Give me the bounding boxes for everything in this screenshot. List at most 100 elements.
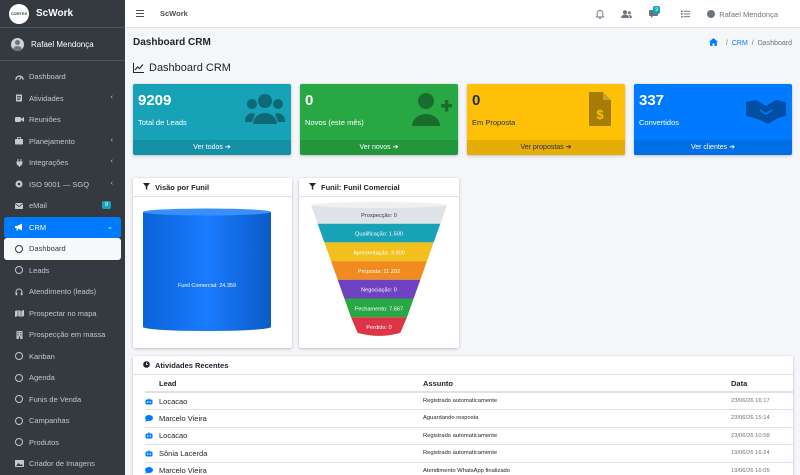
stat-value: 9209 — [138, 92, 172, 109]
sidebar-item-integracoes[interactable]: Integrações ‹ — [4, 152, 121, 174]
filter-icon — [143, 182, 150, 192]
stat-link-text: Ver todos — [193, 144, 223, 151]
cylinder-body — [143, 212, 271, 331]
lead-cell: Marcelo Vieira — [145, 466, 423, 475]
lead-name[interactable]: Marcelo Vieira — [159, 466, 207, 475]
stat-box-footer-link[interactable]: Ver novos ➔ — [300, 140, 458, 155]
menu-toggle-icon[interactable] — [136, 10, 144, 17]
main-content: Dashboard CRM / CRM / Dashboard Dashboar… — [125, 28, 800, 475]
sidebar-item-label: Leads — [29, 265, 50, 275]
funnel-stage-label: Qualificação: 1.500 — [355, 232, 403, 238]
table-row[interactable]: Marcelo Vieira Aguardando resposta 23/06/2… — [145, 409, 793, 428]
sidebar-item-criador-imagens[interactable]: Criador de Imagens — [4, 453, 121, 475]
sidebar-item-leads[interactable]: Leads — [4, 260, 121, 282]
sidebar-item-label: CRM — [29, 222, 47, 232]
sidebar-item-produtos[interactable]: Produtos — [4, 432, 121, 454]
sidebar-item-crm-dashboard[interactable]: Dashboard — [4, 238, 121, 260]
map-icon — [13, 309, 25, 317]
stat-label: Novos (este mês) — [305, 118, 364, 127]
sidebar-item-planejamento[interactable]: Planejamento ‹ — [4, 131, 121, 153]
lead-name[interactable]: Sônia Lacerda — [159, 449, 207, 458]
sidebar-item-prospectar-mapa[interactable]: Prospectar no mapa — [4, 303, 121, 325]
table-row[interactable]: Locacao Registrado automaticamente 23/06/2… — [145, 392, 793, 410]
sidebar-item-iso[interactable]: ISO 9001 — SGQ ‹ — [4, 174, 121, 196]
sidebar-item-crm[interactable]: CRM ⌄ — [4, 216, 121, 238]
sidebar-item-label: Kanban — [29, 351, 55, 361]
activity-date: 23/06/26 15:14 — [731, 409, 793, 428]
card-title: Visão por Funil — [155, 182, 210, 192]
sidebar-item-label: Reuniões — [29, 115, 61, 125]
sidebar-item-label: Atividades — [29, 93, 64, 103]
robot-icon — [145, 449, 153, 457]
top-navbar-right: 9 Rafael Mendonça — [596, 0, 800, 28]
user-menu[interactable]: Rafael Mendonça — [707, 10, 778, 19]
lead-name[interactable]: Locacao — [159, 397, 187, 406]
sidebar-item-reunioes[interactable]: Reuniões — [4, 109, 121, 131]
home-icon[interactable] — [708, 38, 718, 48]
table-row[interactable]: Locacao Registrado automaticamente 23/06/2… — [145, 427, 793, 445]
activity-subject: Registrado automaticamente — [423, 427, 731, 445]
sidebar-item-funis[interactable]: Funis de Venda — [4, 389, 121, 411]
user-plus-icon — [412, 93, 452, 126]
chat-icon[interactable]: 9 — [649, 6, 660, 18]
section-title: Dashboard CRM — [133, 62, 231, 74]
bell-icon[interactable] — [596, 9, 605, 19]
stat-link-text: Ver propostas — [520, 144, 564, 151]
stat-box-footer-link[interactable]: Ver propostas ➔ — [467, 140, 625, 155]
chevron-left-icon: ‹ — [110, 93, 113, 101]
activity-subject: Registrado automaticamente — [423, 392, 731, 410]
comment-icon — [145, 467, 153, 475]
sidebar-item-prospeccao-massa[interactable]: Prospecção em massa — [4, 324, 121, 346]
bullhorn-icon — [13, 223, 25, 231]
stat-box-total-leads: 9209 Total de Leads Ver todos ➔ — [133, 84, 291, 155]
stat-value: 0 — [305, 92, 314, 109]
stat-box-footer-link[interactable]: Ver todos ➔ — [133, 140, 291, 155]
funnel-stage-label: Prospecção: 0 — [361, 213, 397, 219]
stat-label: Total de Leads — [138, 118, 187, 127]
sidebar-item-label: Dashboard — [29, 244, 66, 254]
page-title: Dashboard CRM — [133, 37, 211, 48]
column-header-date: Data — [731, 375, 793, 393]
sidebar-item-kanban[interactable]: Kanban — [4, 346, 121, 368]
funnel-stage-label: Apresentação: 3.900 — [353, 250, 405, 256]
email-count-badge: 9 — [101, 201, 111, 209]
stat-box-footer-link[interactable]: Ver clientes ➔ — [634, 140, 792, 155]
table-row[interactable]: Marcelo Vieira Atendimento WhatsApp final… — [145, 462, 793, 475]
sidebar-item-label: Prospecção em massa — [29, 330, 106, 340]
sidebar-item-label: Campanhas — [29, 416, 70, 426]
users-icon — [245, 94, 285, 124]
stat-value: 337 — [639, 92, 665, 109]
sidebar-item-email[interactable]: eMail 9 — [4, 195, 121, 217]
activity-subject: Registrado automaticamente — [423, 444, 731, 463]
tasks-list-icon[interactable] — [681, 10, 691, 18]
arrow-circle-right-icon: ➔ — [565, 144, 572, 151]
breadcrumb-crm-link[interactable]: CRM — [732, 40, 748, 47]
sidebar-item-label: Agenda — [29, 373, 55, 383]
activities-table: Lead Assunto Data Locacao Registrado auto… — [145, 375, 793, 475]
arrow-circle-right-icon: ➔ — [729, 144, 735, 151]
handshake-icon — [746, 100, 786, 124]
sidebar-item-dashboard[interactable]: Dashboard — [4, 66, 121, 88]
certificate-icon — [13, 180, 25, 188]
column-header-lead: Lead — [145, 375, 423, 393]
sidebar-item-atividades[interactable]: Atividades ‹ — [4, 88, 121, 110]
funnel-chart-card: Funil: Funil Comercial Prospecção: 0 Qual… — [299, 178, 459, 348]
activity-date: 23/06/26 10:58 — [731, 427, 793, 445]
arrow-circle-right-icon: ➔ — [224, 144, 231, 151]
robot-icon — [145, 432, 153, 439]
activity-date: 23/06/26 16:17 — [731, 392, 793, 410]
sidebar-item-label: Prospectar no mapa — [29, 308, 97, 318]
user-panel[interactable]: Rafael Mendonça — [0, 28, 125, 61]
table-row[interactable]: Sônia Lacerda Registrado automaticamente 1… — [145, 444, 793, 463]
users-icon[interactable] — [621, 10, 633, 18]
sidebar-item-campanhas[interactable]: Campanhas — [4, 410, 121, 432]
robot-icon — [145, 397, 153, 405]
brand-link[interactable]: CORTEX ScWork — [0, 0, 125, 28]
lead-name[interactable]: Locacao — [159, 431, 187, 440]
sidebar-item-atendimento[interactable]: Atendimento (leads) — [4, 281, 121, 303]
lead-name[interactable]: Marcelo Vieira — [159, 414, 207, 423]
sidebar-item-agenda[interactable]: Agenda — [4, 367, 121, 389]
card-title: Funil: Funil Comercial — [321, 182, 400, 192]
app-root: CORTEX ScWork Rafael Mendonça Dashboard … — [0, 0, 800, 475]
circle-icon — [13, 266, 25, 275]
